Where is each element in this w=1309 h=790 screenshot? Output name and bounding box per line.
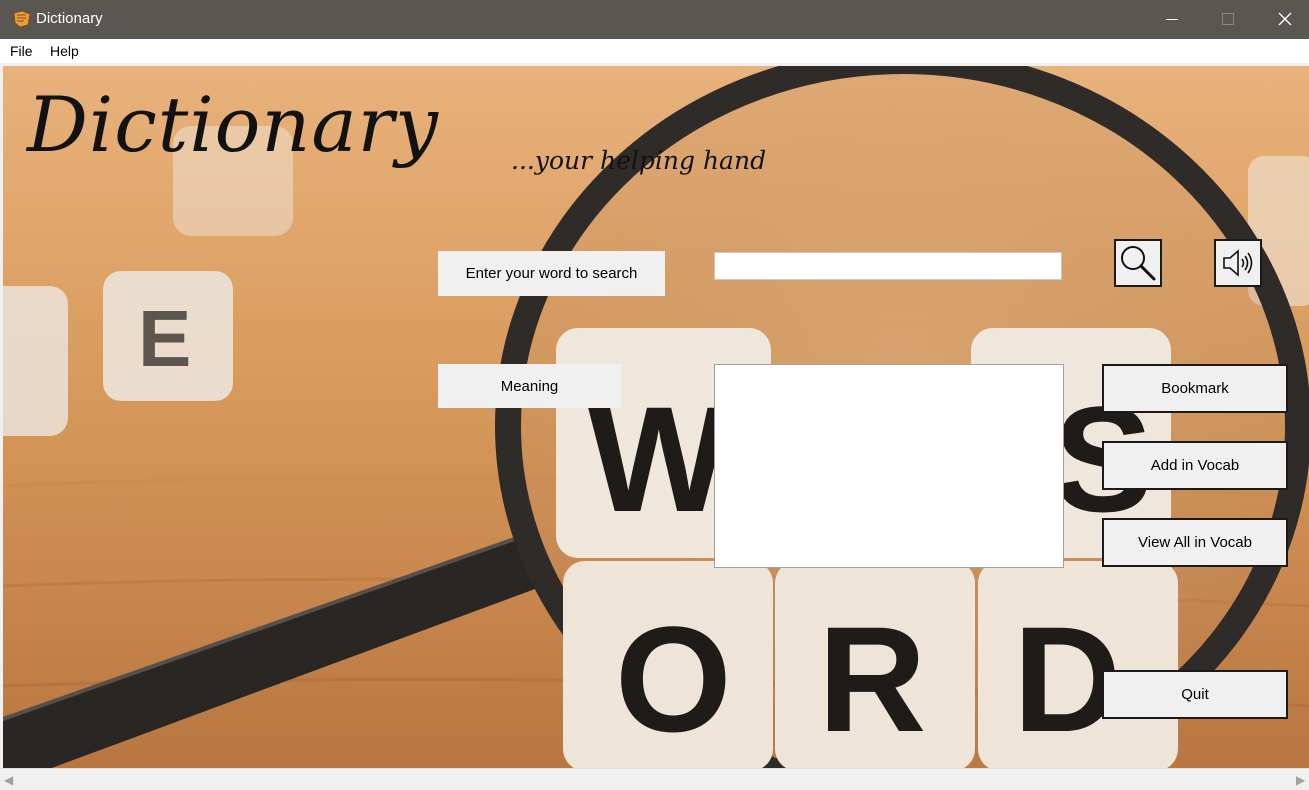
speak-button[interactable]: [1214, 239, 1262, 287]
maximize-button[interactable]: [1200, 0, 1256, 39]
speaker-icon: [1223, 249, 1253, 277]
search-button[interactable]: [1114, 239, 1162, 287]
menu-file[interactable]: File: [10, 43, 33, 59]
maximize-icon: [1222, 13, 1234, 25]
search-input[interactable]: [714, 252, 1062, 280]
close-button[interactable]: [1256, 0, 1309, 39]
search-label: Enter your word to search: [438, 251, 665, 296]
scroll-right-arrow-icon[interactable]: ▶: [1296, 773, 1305, 787]
horizontal-scrollbar[interactable]: ◀ ▶: [0, 768, 1309, 790]
svg-text:E: E: [138, 294, 191, 383]
app-icon: [13, 10, 31, 28]
add-in-vocab-button[interactable]: Add in Vocab: [1102, 441, 1288, 490]
main-canvas: E W S O R D Dictionary ...your helping h…: [3, 66, 1309, 768]
view-all-vocab-button[interactable]: View All in Vocab: [1102, 518, 1288, 567]
close-icon: [1278, 12, 1292, 26]
tagline: ...your helping hand: [511, 146, 767, 175]
menu-help[interactable]: Help: [50, 43, 79, 59]
magnifier-icon: [1121, 246, 1156, 281]
minimize-button[interactable]: [1144, 0, 1200, 39]
scroll-left-arrow-icon[interactable]: ◀: [4, 773, 13, 787]
bookmark-button[interactable]: Bookmark: [1102, 364, 1288, 413]
title-bar: Dictionary: [0, 0, 1309, 39]
app-logo: Dictionary: [27, 80, 439, 169]
minimize-icon: [1166, 19, 1178, 20]
svg-text:R: R: [818, 595, 926, 763]
svg-text:O: O: [615, 595, 732, 763]
quit-button[interactable]: Quit: [1102, 670, 1288, 719]
meaning-textbox[interactable]: [714, 364, 1064, 568]
menu-bar: File Help: [0, 39, 1309, 63]
meaning-label: Meaning: [438, 364, 621, 408]
window-title: Dictionary: [36, 10, 103, 27]
